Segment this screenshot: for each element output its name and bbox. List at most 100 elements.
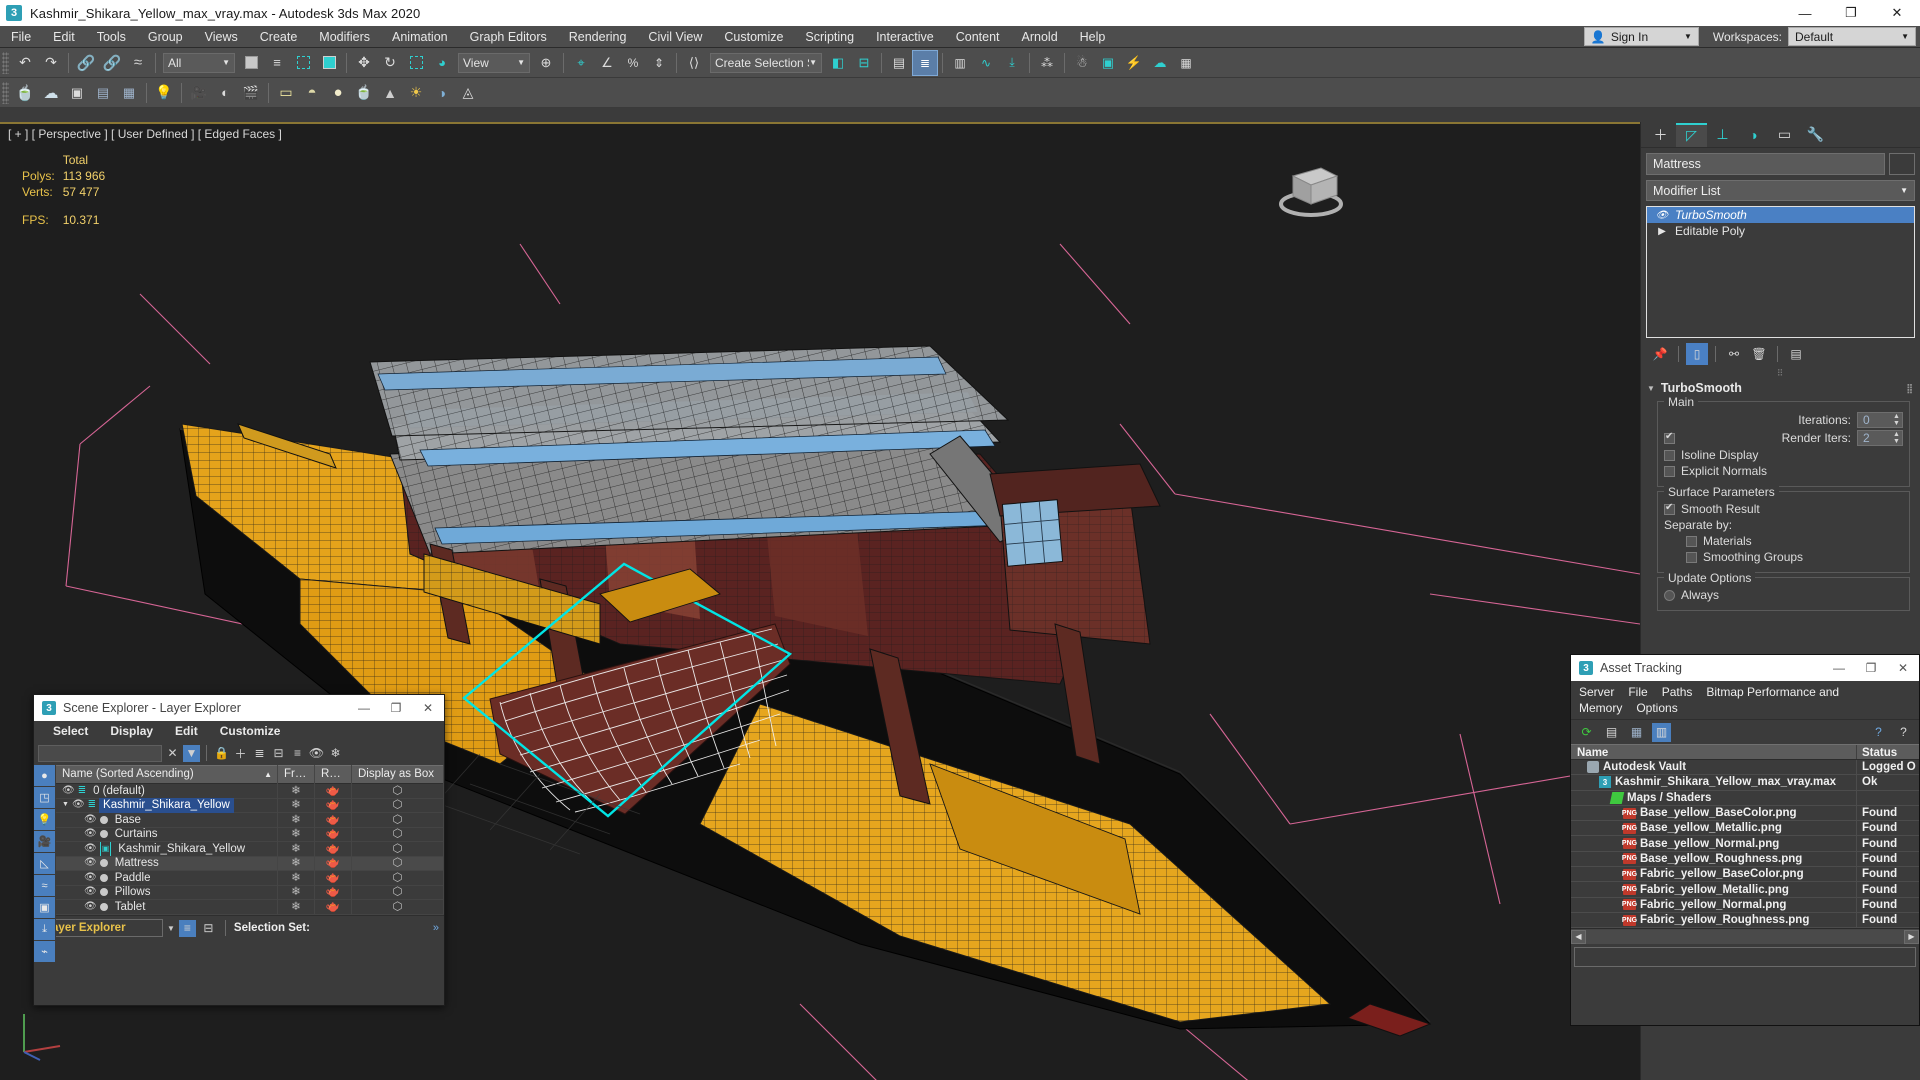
select-and-rotate-icon[interactable]: ↻ [377,50,403,76]
eye-icon[interactable]: 👁 [84,885,97,900]
modifier-stack-item[interactable]: 👁 TurboSmooth [1647,207,1914,223]
pivot-point-center-icon[interactable]: ⊕ [533,50,559,76]
display-as-box-cell[interactable]: ⬡ [352,899,444,914]
freeze-cell[interactable]: ❄ [278,798,315,813]
se-menu-edit[interactable]: Edit [164,724,209,738]
snaps-toggle-icon[interactable]: ⌖ [568,50,594,76]
layer-row[interactable]: 👁 Base ❄ 🫖 ⬡ [56,812,444,828]
se-menu-select[interactable]: Select [42,724,99,738]
close-button[interactable]: ✕ [1887,655,1919,681]
spinner-arrows-icon[interactable]: ▲ ▼ [1891,431,1902,445]
asset-name-cell[interactable]: Autodesk Vault [1571,759,1857,775]
asset-name-cell[interactable]: PNG Base_yellow_Roughness.png [1571,851,1857,867]
filter-bones-icon[interactable]: ⌁ [34,941,55,962]
object-name-input[interactable]: Mattress [1646,153,1885,175]
filter-lights-icon[interactable]: 💡 [34,809,55,830]
minimize-button[interactable]: — [1823,655,1855,681]
param-row[interactable]: Materials [1664,534,1903,548]
se-column-3[interactable]: Display as Box [352,765,444,784]
asset-row[interactable]: 3 Kashmir_Shikara_Yellow_max_vray.max Ok [1571,774,1919,791]
redo-icon[interactable]: ↷ [38,50,64,76]
display-as-box-cell[interactable]: ⬡ [352,812,444,827]
select-layer-children-icon[interactable]: ⊟ [270,745,287,762]
display-tab[interactable]: ▭ [1769,123,1800,147]
layer-row[interactable]: 👁 Curtains ❄ 🫖 ⬡ [56,827,444,842]
at-menu-file[interactable]: File [1628,685,1647,699]
clear-search-icon[interactable]: ✕ [164,745,181,762]
scene-explorer-window[interactable]: 3 Scene Explorer - Layer Explorer — ❐ ✕ … [33,694,445,1006]
layer-view-icon[interactable]: ≡ [178,919,196,937]
eye-icon[interactable]: 👁 [84,827,97,842]
close-button[interactable]: ✕ [1874,0,1920,26]
display-as-box-cell[interactable]: ⬡ [352,783,444,798]
freeze-cell[interactable]: ❄ [278,870,315,885]
workspace-select[interactable]: Default ▼ [1788,27,1916,46]
menu-item-arnold[interactable]: Arnold [1011,26,1069,48]
se-column-0[interactable]: Name (Sorted Ascending) ▲ [56,765,278,784]
material-editor-icon[interactable]: ⁂ [1034,50,1060,76]
menu-item-interactive[interactable]: Interactive [865,26,945,48]
overflow-icon[interactable]: » [433,922,439,934]
toggle-scene-explorer-icon[interactable]: ▤ [886,50,912,76]
menu-item-views[interactable]: Views [194,26,249,48]
param-row[interactable]: Separate by: [1664,518,1903,532]
eye-icon[interactable]: 👁 [72,798,85,813]
se-menu-customize[interactable]: Customize [209,724,292,738]
align-icon[interactable]: ⊟ [851,50,877,76]
filter-all-icon[interactable]: ● [34,765,55,786]
rectangular-selection-region-icon[interactable] [290,50,316,76]
spinner-input[interactable]: 0 ▲ ▼ [1857,412,1903,428]
layer-name-cell[interactable]: 👁 Mattress [56,856,278,871]
filter-icon[interactable]: ▼ [183,744,200,762]
eye-icon[interactable]: 👁 [84,842,97,857]
filter-space-warps-icon[interactable]: ≈ [34,875,55,896]
table-view-icon[interactable]: ▥ [1652,722,1671,742]
layer-row[interactable]: 👁 ▣ Kashmir_Shikara_Yellow ❄ 🫖 ⬡ [56,841,444,857]
context-help-icon[interactable]: ? [1894,723,1913,742]
menu-item-create[interactable]: Create [249,26,309,48]
menu-item-civil-view[interactable]: Civil View [637,26,713,48]
asset-row[interactable]: PNG Base_yellow_Normal.png Found [1571,835,1919,852]
asset-name-cell[interactable]: PNG Fabric_yellow_Roughness.png [1571,912,1857,928]
layer-name-cell[interactable]: 👁 Base [56,812,278,827]
unlink-selection-icon[interactable]: 🔗 [99,50,125,76]
display-as-box-cell[interactable]: ⬡ [352,827,444,842]
maximize-button[interactable]: ❐ [380,695,412,721]
filter-xrefs-icon[interactable]: ⤓ [34,919,55,940]
freeze-cell[interactable]: ❄ [278,783,315,798]
maximize-button[interactable]: ❐ [1855,655,1887,681]
open-render-gallery-icon[interactable]: ▦ [1173,50,1199,76]
angle-snap-icon[interactable]: ∠ [594,50,620,76]
percent-snap-icon[interactable]: % [620,50,646,76]
render-in-cloud-icon[interactable]: ☁ [1147,50,1173,76]
schematic-view-icon[interactable]: ⤓ [999,50,1025,76]
sphere-light-icon[interactable]: ● [325,80,351,106]
eye-icon[interactable]: 👁 [1649,210,1675,221]
minimize-button[interactable]: — [348,695,380,721]
asset-name-cell[interactable]: 3 Kashmir_Shikara_Yellow_max_vray.max [1571,774,1857,791]
layer-name-cell[interactable]: ▼ 👁 ≣ Kashmir_Shikara_Yellow [56,798,278,813]
se-column-2[interactable]: R… [315,765,352,784]
toggle-ribbon-icon[interactable]: ▥ [947,50,973,76]
window-crossing-icon[interactable] [316,50,342,76]
motion-tab[interactable]: ◑ [1738,123,1769,147]
asset-row[interactable]: PNG Fabric_yellow_Normal.png Found [1571,897,1919,913]
panel-resize-grip[interactable]: ⠿ [1641,368,1920,379]
remove-modifier-icon[interactable]: 🗑 [1748,343,1770,365]
sign-in-button[interactable]: 👤 Sign In ▼ [1583,27,1699,46]
render-cell[interactable]: 🫖 [315,870,352,885]
menu-item-tools[interactable]: Tools [86,26,137,48]
asset-row[interactable]: PNG Base_yellow_Roughness.png Found [1571,851,1919,868]
eye-icon[interactable]: 👁 [84,900,97,915]
param-row[interactable]: Render Iters: 2 ▲▼ [1664,430,1903,446]
filter-helpers-icon[interactable]: ◺ [34,853,55,874]
freeze-cell[interactable]: ❄ [278,812,315,827]
cone-light-icon[interactable]: ▲ [377,80,403,106]
utilities-tab[interactable]: 🔧 [1800,123,1831,147]
menu-item-content[interactable]: Content [945,26,1011,48]
layer-row[interactable]: ▼ 👁 ≣ Kashmir_Shikara_Yellow ❄ 🫖 ⬡ [56,798,444,813]
selection-set-input[interactable]: Create Selection Se ▼ [710,52,822,73]
layer-name-cell[interactable]: 👁 Pillows [56,885,278,900]
menu-item-modifiers[interactable]: Modifiers [308,26,381,48]
menu-item-animation[interactable]: Animation [381,26,459,48]
